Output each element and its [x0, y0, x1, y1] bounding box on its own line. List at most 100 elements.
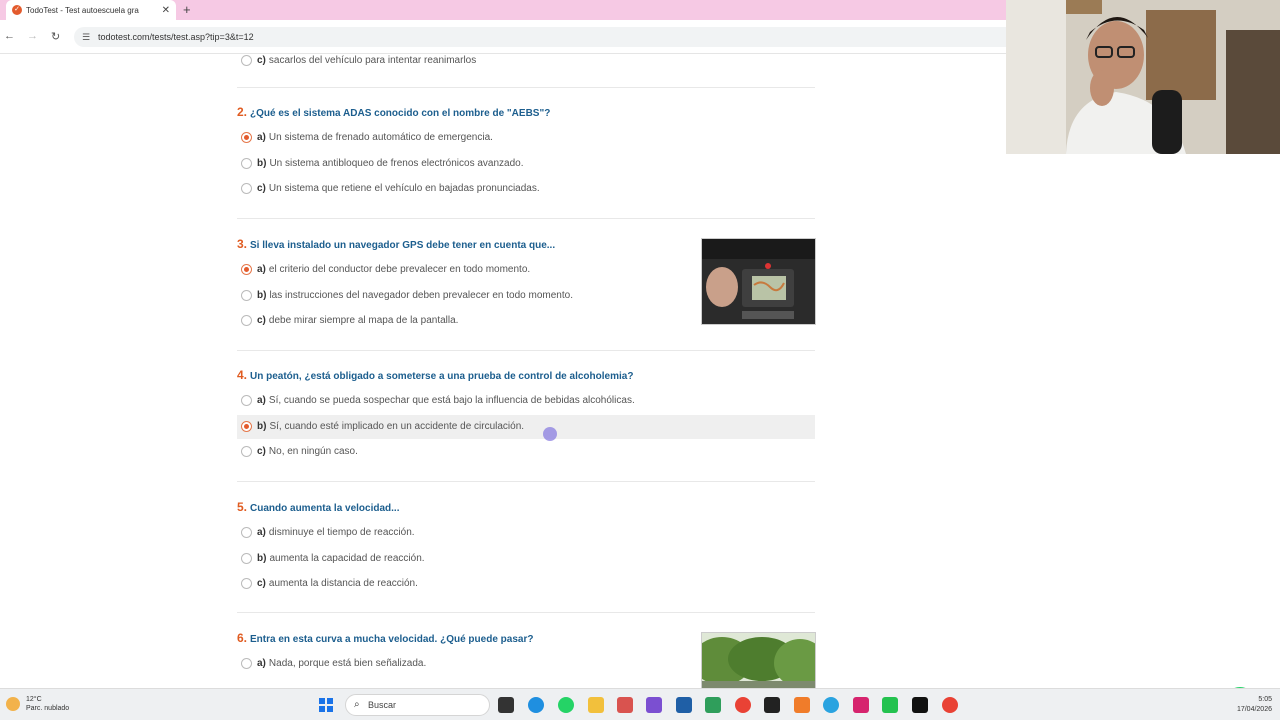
option-q5-b[interactable]: b) aumenta la capacidad de reacción. — [237, 547, 815, 571]
clock-time: 5:05 — [1258, 696, 1272, 703]
previous-question-tail: c) sacarlos del vehículo para intentar re… — [237, 54, 815, 73]
weather-desc: Parc. nublado — [26, 705, 70, 712]
radio-button-selected[interactable] — [241, 420, 252, 432]
question-5: 5. Cuando aumenta la velocidad... a) dismi… — [237, 499, 815, 596]
option-q4-a[interactable]: a) Sí, cuando se pueda sospechar que está… — [237, 389, 815, 413]
system-clock[interactable]: 5:05 17/04/2026 — [1237, 695, 1272, 715]
tab-title: TodoTest - Test autoescuela gra — [26, 5, 139, 15]
option-letter: a) — [257, 527, 266, 538]
store-icon[interactable] — [676, 697, 692, 713]
road-curve-image — [701, 632, 816, 688]
question-number: 3. — [237, 237, 248, 251]
rtve-icon[interactable] — [794, 697, 810, 713]
option-text: Un sistema antibloqueo de frenos electró… — [269, 157, 524, 169]
radio-button-selected[interactable] — [241, 264, 252, 275]
radio-button[interactable] — [241, 527, 252, 538]
telegram-icon[interactable] — [823, 697, 839, 713]
site-info-icon[interactable]: ☰ — [82, 27, 90, 47]
file-explorer-icon[interactable] — [588, 697, 604, 713]
question-title: 5. Cuando aumenta la velocidad... — [237, 499, 815, 515]
divider — [237, 350, 815, 351]
option-q2-b[interactable]: b) Un sistema antibloqueo de frenos elect… — [237, 152, 815, 176]
radio-button[interactable] — [241, 183, 252, 194]
url-text: todotest.com/tests/test.asp?tip=3&t=12 — [98, 32, 254, 42]
tiktok-icon[interactable] — [912, 697, 928, 713]
option-letter: b) — [257, 552, 267, 564]
windows-start-icon[interactable] — [318, 697, 334, 713]
office-icon[interactable] — [617, 697, 633, 713]
divider — [237, 218, 815, 219]
radio-button[interactable] — [241, 289, 252, 301]
option-text: No, en ningún caso. — [268, 446, 358, 457]
weather-widget[interactable]: 12°C Parc. nublado — [6, 695, 69, 713]
option-letter: a) — [257, 395, 266, 406]
radio-button[interactable] — [241, 157, 252, 169]
option-q4-b[interactable]: b) Sí, cuando esté implicado en un accide… — [237, 414, 815, 439]
app-icon[interactable] — [646, 697, 662, 713]
question-title: 2. ¿Qué es el sistema ADAS conocido con e… — [237, 104, 815, 120]
option-text: las instrucciones del navegador deben pr… — [269, 289, 573, 301]
task-view-icon[interactable] — [498, 697, 514, 713]
divider — [237, 481, 815, 482]
radio-button[interactable] — [241, 552, 252, 564]
option-letter: a) — [257, 658, 266, 669]
webcam-feed — [1006, 0, 1280, 154]
reload-icon[interactable]: ↻ — [51, 30, 60, 43]
search-placeholder: Buscar — [368, 700, 397, 710]
radio-button[interactable] — [241, 578, 252, 589]
weather-icon — [6, 697, 20, 711]
question-text: Un peatón, ¿está obligado a someterse a … — [250, 371, 634, 382]
option-q5-a[interactable]: a) disminuye el tiempo de reacción. — [237, 521, 815, 545]
option-letter: c) — [257, 446, 266, 457]
question-2: 2. ¿Qué es el sistema ADAS conocido con e… — [237, 104, 815, 201]
option-letter: a) — [257, 132, 266, 143]
edge-icon[interactable] — [528, 697, 544, 713]
mouse-cursor-icon — [543, 427, 557, 441]
option-letter: b) — [257, 157, 267, 169]
todotest-favicon-icon: ✓ — [12, 5, 22, 15]
question-4: 4. Un peatón, ¿está obligado a someterse … — [237, 367, 815, 464]
clock-date: 17/04/2026 — [1236, 706, 1272, 713]
kick-icon[interactable] — [882, 697, 898, 713]
option-letter: c) — [257, 578, 266, 589]
option-q5-c[interactable]: c) aumenta la distancia de reacción. — [237, 572, 815, 596]
option-q2-c[interactable]: c) Un sistema que retiene el vehículo en … — [237, 177, 815, 201]
option-text: aumenta la capacidad de reacción. — [269, 552, 425, 564]
option-q4-c[interactable]: c) No, en ningún caso. — [237, 440, 815, 464]
option-q1-c[interactable]: c) sacarlos del vehículo para intentar re… — [237, 54, 815, 73]
radio-button[interactable] — [241, 315, 252, 326]
question-number: 5. — [237, 500, 248, 514]
taskbar-search[interactable]: ⌕ Buscar — [345, 694, 490, 716]
forward-icon[interactable]: → — [27, 30, 38, 42]
divider — [237, 612, 815, 613]
android-icon[interactable] — [705, 697, 721, 713]
whatsapp-taskbar-icon[interactable] — [558, 697, 574, 713]
instagram-icon[interactable] — [853, 697, 869, 713]
option-letter: a) — [257, 264, 266, 275]
question-number: 2. — [237, 105, 248, 119]
close-tab-icon[interactable]: ✕ — [162, 5, 170, 16]
media-icon[interactable] — [764, 697, 780, 713]
search-icon: ⌕ — [354, 699, 360, 710]
option-text: Nada, porque está bien señalizada. — [268, 658, 427, 669]
browser-tab[interactable]: ✓ TodoTest - Test autoescuela gra ✕ — [6, 0, 176, 20]
back-icon[interactable]: ← — [4, 30, 15, 42]
radio-button[interactable] — [241, 446, 252, 457]
question-text: Cuando aumenta la velocidad... — [250, 503, 400, 514]
option-text: Sí, cuando esté implicado en un accident… — [269, 420, 525, 432]
radio-button[interactable] — [241, 658, 252, 669]
option-q2-a[interactable]: a) Un sistema de frenado automático de em… — [237, 126, 815, 150]
chrome-icon[interactable] — [735, 697, 751, 713]
new-tab-button[interactable]: + — [183, 2, 191, 17]
divider — [237, 87, 815, 88]
radio-button[interactable] — [241, 54, 252, 66]
option-letter: c) — [257, 315, 266, 326]
radio-button[interactable] — [241, 395, 252, 406]
question-number: 4. — [237, 368, 248, 382]
option-text: sacarlos del vehículo para intentar rean… — [268, 54, 477, 66]
radio-button-selected[interactable] — [241, 132, 252, 143]
weather-temp: 12°C — [26, 696, 42, 703]
chrome-profile-icon[interactable] — [942, 697, 958, 713]
option-letter: b) — [257, 420, 267, 432]
option-text: el criterio del conductor debe prevalece… — [268, 264, 531, 275]
